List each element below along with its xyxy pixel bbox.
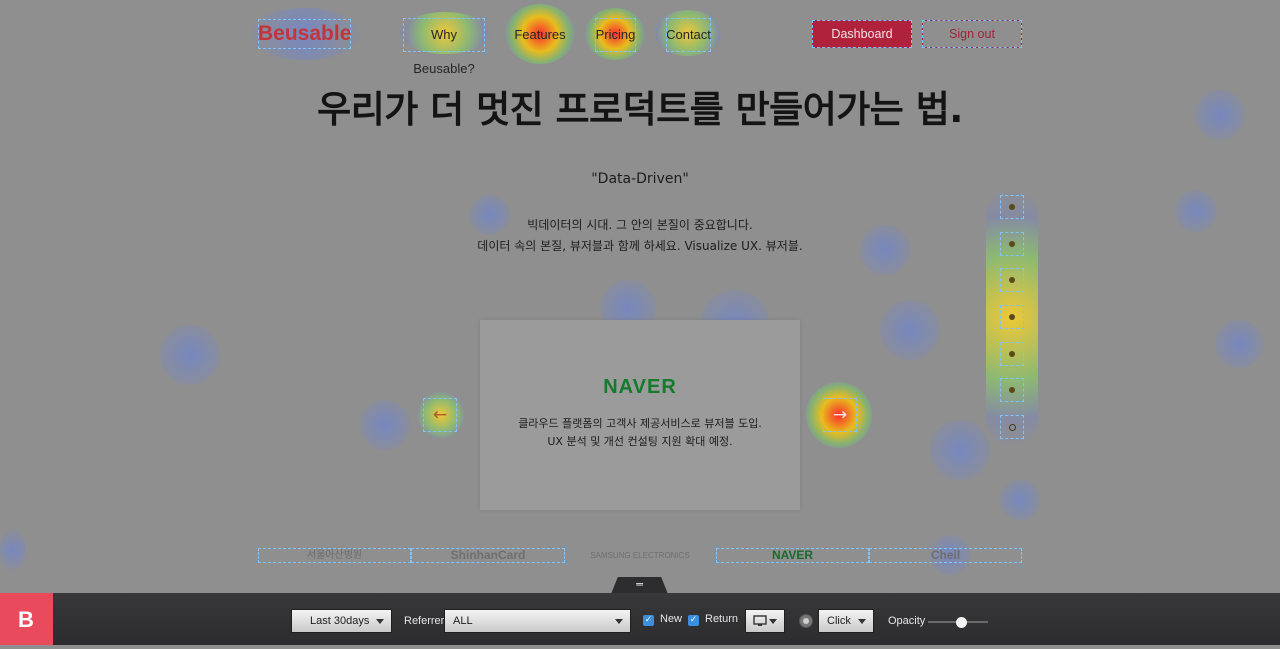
slider-dot[interactable]: [1000, 305, 1024, 329]
slider-dot[interactable]: [1000, 342, 1024, 366]
slider-prev-button[interactable]: ←: [423, 398, 457, 432]
beusable-b-icon: B: [18, 607, 34, 632]
referrer-label: Referrer: [404, 615, 445, 627]
hero-description-line: 데이터 속의 본질, 뷰저블과 함께 하세요. Visualize UX. 뷰저…: [477, 239, 803, 253]
toolbar-toggle-tab[interactable]: ═: [611, 577, 668, 594]
chevron-down-icon: [858, 619, 866, 624]
monitor-icon: [753, 615, 767, 626]
partner-logo-shinhan[interactable]: ShinhanCard: [411, 548, 565, 563]
page-title: 우리가 더 멋진 프로덕트를 만들어가는 법.: [317, 88, 963, 131]
beusable-logo[interactable]: Beusable: [258, 19, 351, 49]
sign-out-button[interactable]: Sign out: [922, 20, 1022, 48]
radio-dot-icon[interactable]: [799, 614, 813, 628]
opacity-slider-thumb[interactable]: [955, 617, 967, 628]
hero-description: 빅데이터의 시대. 그 안의 본질이 중요합니다. 데이터 속의 본질, 뷰저블…: [0, 215, 1280, 257]
referrer-select[interactable]: ALL: [444, 609, 631, 633]
chevron-down-icon: [615, 619, 623, 624]
slider-dot[interactable]: [1000, 268, 1024, 292]
return-checkbox-label: Return: [705, 613, 739, 625]
chevron-down-icon: [376, 619, 384, 624]
beusable-brand-button[interactable]: B: [0, 593, 53, 645]
menu-lines-icon: ═: [636, 578, 643, 591]
heat-blob: [0, 530, 26, 570]
partner-logo-cheil[interactable]: Cheil: [869, 548, 1022, 563]
nav-features[interactable]: Features: [512, 18, 568, 52]
slider-dot-active[interactable]: [1000, 415, 1024, 439]
heat-blob: [880, 300, 940, 360]
new-checkbox-label: New: [660, 613, 683, 625]
slide-text-line: 클라우드 플랫폼의 고객사 제공서비스로 뷰저블 도입.: [518, 417, 762, 430]
partner-logo-asan[interactable]: 서울아산병원: [258, 548, 411, 563]
opacity-label: Opacity: [888, 615, 926, 627]
hero-quote: "Data-Driven": [591, 171, 689, 187]
slide-text: 클라우드 플랫폼의 고객사 제공서비스로 뷰저블 도입. UX 분석 및 개선 …: [480, 415, 800, 451]
period-select-value: Last 30days: [310, 615, 370, 627]
slide-brand-logo: NAVER: [603, 376, 677, 398]
referrer-select-value: ALL: [453, 615, 473, 627]
nav-contact[interactable]: Contact: [666, 18, 711, 52]
slide-text-line: UX 분석 및 개선 컨설팅 지원 확대 예정.: [547, 435, 733, 448]
nav-why-beusable[interactable]: Why Beusable?: [403, 18, 485, 76]
chevron-down-icon: [769, 619, 777, 624]
arrow-left-icon: ←: [432, 405, 448, 425]
dashboard-button[interactable]: Dashboard: [812, 20, 912, 48]
new-checkbox[interactable]: ✓: [643, 615, 654, 626]
slider-dot[interactable]: [1000, 195, 1024, 219]
event-mode-select[interactable]: Click: [818, 609, 874, 633]
heat-blob: [360, 400, 410, 450]
return-checkbox[interactable]: ✓: [688, 615, 699, 626]
hero-description-line: 빅데이터의 시대. 그 안의 본질이 중요합니다.: [527, 218, 753, 232]
heat-blob: [160, 325, 220, 385]
heatmap-toolbar: [0, 593, 1280, 645]
partner-logo-naver[interactable]: NAVER: [716, 548, 869, 563]
partner-logo-samsung: SAMSUNG ELECTRONICS: [590, 551, 690, 560]
slider-dot[interactable]: [1000, 232, 1024, 256]
slider-dot[interactable]: [1000, 378, 1024, 402]
period-select[interactable]: Last 30days: [291, 609, 392, 633]
event-mode-value: Click: [827, 615, 851, 627]
heat-blob: [930, 420, 990, 480]
device-select[interactable]: [745, 609, 785, 633]
heat-blob: [1215, 320, 1263, 368]
svg-text:B: B: [18, 607, 34, 632]
heat-blob: [1000, 480, 1040, 520]
arrow-right-icon: →: [832, 405, 848, 425]
slider-next-button[interactable]: →: [823, 398, 857, 432]
nav-pricing[interactable]: Pricing: [595, 18, 636, 52]
